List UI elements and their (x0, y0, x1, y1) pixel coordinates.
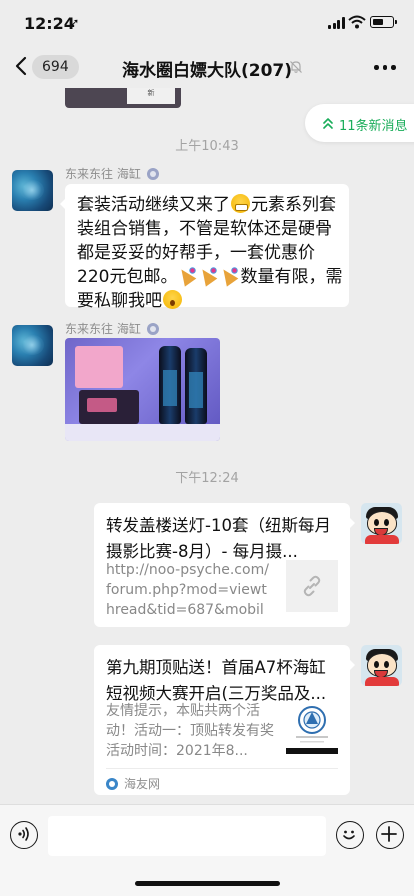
image-message[interactable] (65, 338, 220, 441)
grin-emoji-icon (231, 194, 250, 213)
site-logo-icon (286, 706, 338, 754)
party-popper-icon (178, 266, 197, 285)
sender-name-text: 东来东往 海缸 (65, 322, 141, 336)
message-input[interactable] (48, 816, 326, 856)
message-text-part: 套装活动继续又来了 (77, 195, 230, 215)
article-card[interactable]: 第九期顶贴送！首届A7杯海缸短视频大赛开启(三万奖品及... 友情提示，本贴共两… (94, 645, 355, 795)
link-title: 转发盖楼送灯-10套（纽斯每月摄影比赛-8月）- 每月摄... (106, 516, 331, 561)
chat-header: 694 海水圈白嫖大队(207) (0, 46, 414, 88)
party-popper-icon (199, 266, 218, 285)
wifi-icon (348, 15, 366, 29)
home-indicator (135, 881, 280, 886)
member-badge-icon (146, 323, 159, 335)
sender-name-text: 东来东往 海缸 (65, 167, 141, 181)
link-icon (303, 575, 321, 597)
emoji-icon[interactable] (336, 821, 364, 849)
voice-icon[interactable] (10, 821, 38, 849)
status-time: 12:24 (24, 14, 75, 33)
cellular-signal-icon (328, 17, 345, 29)
battery-icon (370, 16, 397, 28)
member-badge-icon (146, 168, 159, 180)
avatar[interactable] (361, 503, 402, 544)
article-title: 第九期顶贴送！首届A7杯海缸短视频大赛开启(三万奖品及... (106, 658, 327, 703)
product-bottle (159, 346, 181, 424)
location-icon: ➚ (70, 16, 80, 29)
sender-name: 东来东往 海缸 (65, 320, 159, 337)
link-card[interactable]: 转发盖楼送灯-10套（纽斯每月摄影比赛-8月）- 每月摄... http://n… (94, 503, 355, 627)
party-popper-icon (220, 266, 239, 285)
sender-name: 东来东往 海缸 (65, 165, 159, 182)
new-messages-label: 11条新消息 (339, 119, 408, 134)
link-thumbnail (286, 560, 338, 612)
article-summary: 友情提示，本贴共两个活动！活动一：顶贴转发有奖活动时间：2021年8... (106, 703, 274, 759)
avatar[interactable] (12, 325, 53, 366)
source-icon (106, 778, 118, 790)
image-card-text: 新 (127, 88, 175, 104)
previous-image-message[interactable]: 新 (65, 88, 181, 108)
up-arrow-icon (323, 118, 333, 129)
plus-sign-icon (381, 826, 397, 842)
link-url: http://noo-psyche.com/forum.php?mod=view… (106, 562, 269, 618)
product-box (79, 390, 139, 424)
astonished-emoji-icon (163, 290, 182, 309)
photo-surface (65, 424, 220, 441)
status-bar: 12:24 ➚ (0, 0, 414, 46)
more-icon[interactable] (374, 65, 396, 71)
mute-icon (290, 61, 302, 73)
smiley-face-icon (343, 830, 355, 840)
article-thumbnail (286, 702, 338, 754)
article-source-label: 海友网 (124, 777, 161, 791)
product-bottle (185, 348, 207, 424)
avatar[interactable] (361, 645, 402, 686)
product-box (75, 346, 123, 388)
chat-title: 海水圈白嫖大队(207) (121, 61, 293, 81)
plus-icon[interactable] (376, 821, 404, 849)
time-separator: 上午10:43 (175, 139, 239, 154)
message-bubble[interactable]: 套装活动继续又来了 元素系列套装组合销售，不管是软体还是硬骨都是妥妥的好帮手，一套… (60, 184, 349, 311)
card-divider (106, 768, 338, 769)
avatar[interactable] (12, 170, 53, 211)
message-text: 套装活动继续又来了 元素系列套装组合销售，不管是软体还是硬骨都是妥妥的好帮手，一套… (77, 193, 347, 313)
time-separator: 下午12:24 (175, 471, 239, 486)
voice-waves-icon (18, 827, 29, 841)
article-source: 海友网 (106, 775, 160, 792)
